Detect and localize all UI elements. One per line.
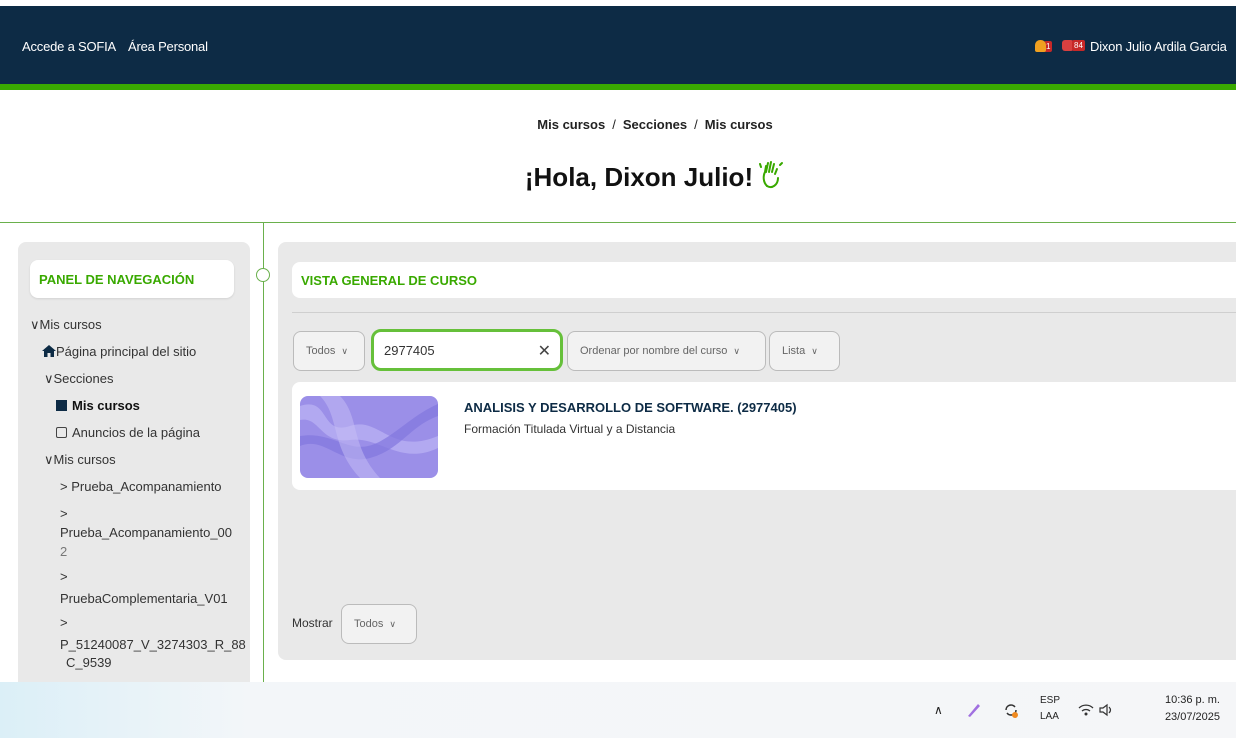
course-name-link[interactable]: ANALISIS Y DESARROLLO DE SOFTWARE. (2977… bbox=[464, 400, 797, 415]
chevron-down-icon: ∨ bbox=[44, 452, 54, 467]
drawer-toggle-handle[interactable] bbox=[256, 268, 270, 282]
nav-link-area-personal[interactable]: Área Personal bbox=[128, 39, 208, 54]
block-title: VISTA GENERAL DE CURSO bbox=[292, 262, 1236, 298]
course-category: Formación Titulada Virtual y a Distancia bbox=[464, 422, 676, 436]
message-count: 84 bbox=[1072, 40, 1085, 51]
chevron-right-icon[interactable]: > bbox=[60, 614, 68, 632]
home-icon bbox=[42, 345, 56, 357]
chevron-right-icon[interactable]: > bbox=[60, 568, 68, 586]
announcement-icon bbox=[56, 427, 67, 438]
course-overview-block: VISTA GENERAL DE CURSO Todos ∨ 2977405 ✕ … bbox=[278, 242, 1236, 660]
show-hidden-icons-button[interactable]: ∧ bbox=[934, 682, 943, 738]
page-title: ¡Hola, Dixon Julio! bbox=[0, 160, 1236, 197]
chevron-down-icon: ∨ bbox=[44, 371, 54, 386]
nav-item-course[interactable]: P_51240087_V_3274303_R_88 bbox=[60, 636, 246, 654]
chevron-down-icon: ∨ bbox=[341, 345, 348, 356]
language-indicator[interactable]: ESP LAA bbox=[1040, 693, 1060, 725]
block-divider bbox=[292, 312, 1236, 313]
breadcrumb-item[interactable]: Secciones bbox=[623, 117, 687, 132]
chevron-down-icon: ∨ bbox=[389, 618, 396, 629]
greeting-text: ¡Hola, Dixon Julio! bbox=[524, 162, 754, 192]
section-divider bbox=[0, 222, 1236, 223]
nav-item-course-cont[interactable]: 2 bbox=[60, 543, 67, 561]
clear-icon[interactable]: ✕ bbox=[538, 341, 551, 361]
notifications-button[interactable]: 1 bbox=[1035, 40, 1053, 52]
nav-item-course-cont[interactable]: C_9539 bbox=[66, 654, 112, 672]
nav-item-mis-cursos-2[interactable]: ∨Mis cursos bbox=[44, 451, 116, 469]
search-input[interactable]: 2977405 ✕ bbox=[371, 329, 563, 371]
chevron-down-icon: ∨ bbox=[733, 345, 740, 356]
breadcrumb-item[interactable]: Mis cursos bbox=[705, 117, 773, 132]
user-menu[interactable]: Dixon Julio Ardila Garcia bbox=[1090, 39, 1227, 54]
chevron-right-icon[interactable]: > bbox=[60, 505, 68, 523]
drawer-divider bbox=[263, 222, 264, 682]
square-icon bbox=[56, 400, 67, 411]
chevron-down-icon: ∨ bbox=[30, 317, 40, 332]
show-label: Mostrar bbox=[292, 616, 333, 630]
messages-button[interactable]: 84 bbox=[1062, 40, 1085, 51]
breadcrumb: Mis cursos / Secciones / Mis cursos bbox=[537, 117, 773, 132]
wifi-icon[interactable] bbox=[1078, 682, 1094, 738]
waving-hand-icon bbox=[759, 160, 785, 197]
system-clock[interactable]: 10:36 p. m. 23/07/2025 bbox=[1160, 692, 1220, 726]
breadcrumb-item[interactable]: Mis cursos bbox=[537, 117, 605, 132]
sort-dropdown[interactable]: Ordenar por nombre del curso ∨ bbox=[567, 331, 766, 371]
volume-icon[interactable] bbox=[1098, 682, 1114, 738]
nav-item-course[interactable]: Prueba_Acompanamiento_00 bbox=[60, 524, 232, 542]
nav-item-course[interactable]: > Prueba_Acompanamiento bbox=[60, 478, 222, 496]
view-dropdown[interactable]: Lista ∨ bbox=[769, 331, 840, 371]
bell-icon bbox=[1035, 40, 1046, 52]
chevron-down-icon: ∨ bbox=[811, 345, 818, 356]
nav-item-secciones[interactable]: ∨Secciones bbox=[44, 370, 114, 388]
nav-link-sofia[interactable]: Accede a SOFIA bbox=[22, 39, 116, 54]
chevron-right-icon: > bbox=[60, 479, 72, 494]
nav-item-anuncios[interactable]: Anuncios de la página bbox=[56, 424, 200, 442]
filter-dropdown[interactable]: Todos ∨ bbox=[293, 331, 365, 371]
navigation-panel: PANEL DE NAVEGACIÓN ∨Mis cursos Página p… bbox=[18, 242, 250, 692]
chevron-up-icon: ∧ bbox=[934, 703, 943, 717]
nav-item-course[interactable]: PruebaComplementaria_V01 bbox=[60, 590, 228, 608]
top-navbar: Accede a SOFIA Área Personal 1 84 Dixon … bbox=[0, 6, 1236, 86]
nav-item-mis-cursos[interactable]: ∨Mis cursos bbox=[30, 316, 102, 334]
panel-title: PANEL DE NAVEGACIÓN bbox=[30, 260, 234, 298]
course-image[interactable] bbox=[300, 396, 438, 478]
course-card[interactable]: ANALISIS Y DESARROLLO DE SOFTWARE. (2977… bbox=[292, 382, 1236, 490]
nav-item-home[interactable]: Página principal del sitio bbox=[42, 343, 196, 361]
accent-bar bbox=[0, 84, 1236, 90]
windows-taskbar: ∧ ESP LAA 10:36 p. m. 23/07/2025 bbox=[0, 682, 1236, 738]
pen-icon[interactable] bbox=[966, 682, 982, 738]
nav-item-mis-cursos-active[interactable]: Mis cursos bbox=[56, 397, 140, 415]
show-count-dropdown[interactable]: Todos ∨ bbox=[341, 604, 417, 644]
sync-icon[interactable] bbox=[1002, 682, 1020, 738]
